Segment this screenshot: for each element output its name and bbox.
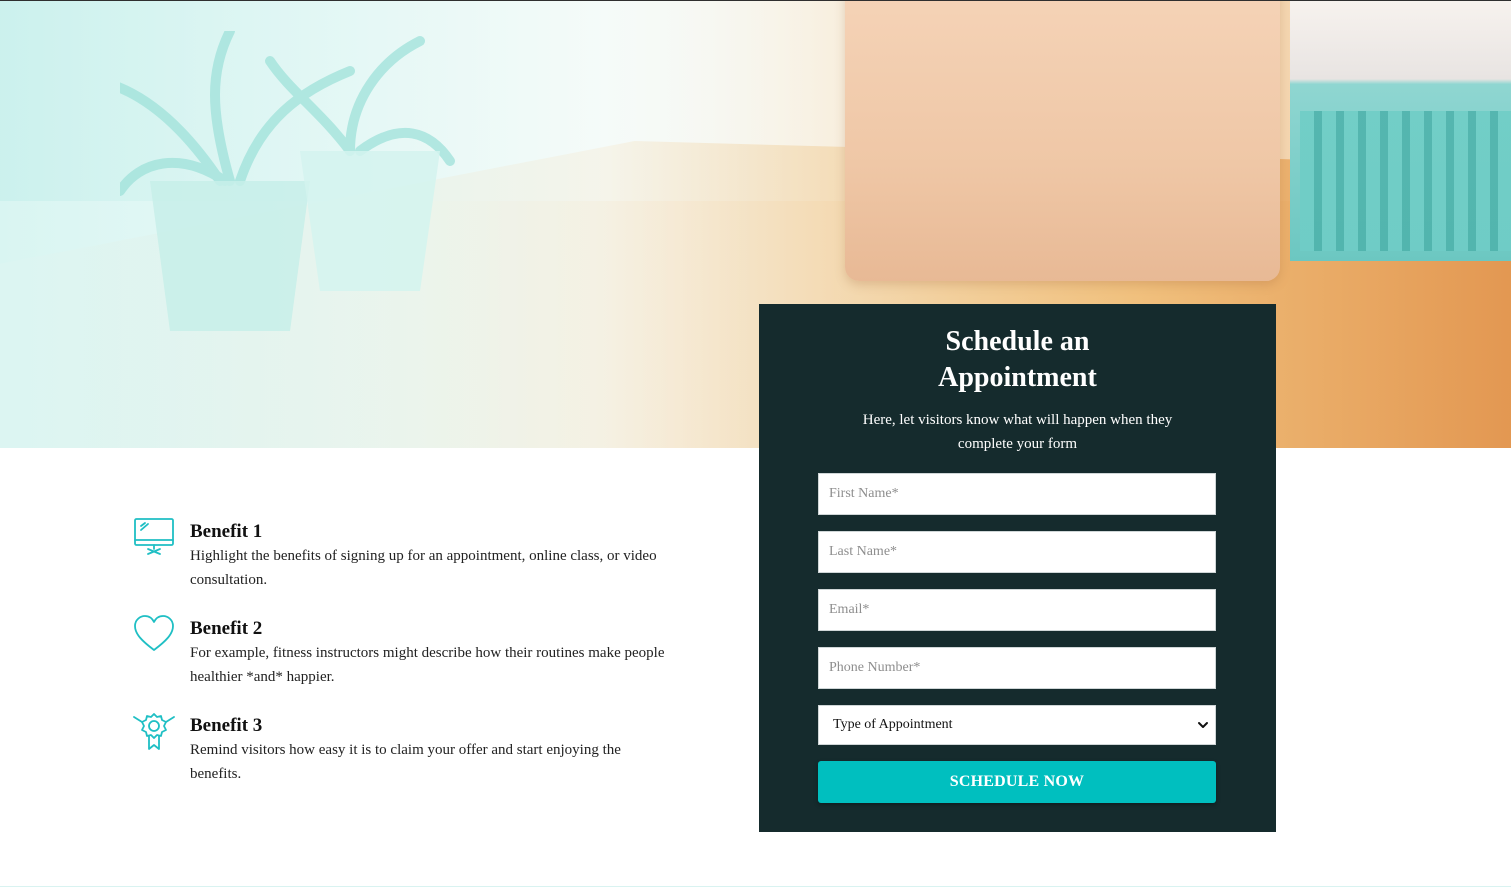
bottom-divider xyxy=(0,886,1511,887)
benefit-item: Benefit 2 For example, fitness instructo… xyxy=(132,612,712,689)
benefit-item: Benefit 1 Highlight the benefits of sign… xyxy=(132,515,712,592)
form-title: Schedule an Appointment xyxy=(938,326,1097,393)
benefit-description: Highlight the benefits of signing up for… xyxy=(190,544,712,592)
appointment-type-value: Type of Appointment xyxy=(833,717,953,732)
first-name-field[interactable] xyxy=(818,473,1216,515)
appointment-type-select[interactable]: Type of Appointment xyxy=(818,705,1216,745)
benefits-list: Benefit 1 Highlight the benefits of sign… xyxy=(132,515,712,806)
phone-number-field[interactable] xyxy=(818,647,1216,689)
chevron-down-icon xyxy=(1198,722,1208,728)
benefit-desc-line: healthier *and* happier. xyxy=(190,669,335,685)
schedule-now-button[interactable]: SCHEDULE NOW xyxy=(818,761,1216,803)
benefit-title: Benefit 1 xyxy=(190,521,263,542)
benefit-title: Benefit 2 xyxy=(190,618,263,639)
hero-plant xyxy=(120,31,455,331)
email-field[interactable] xyxy=(818,589,1216,631)
award-ribbon-icon xyxy=(132,711,176,751)
hero-radiator xyxy=(1300,111,1511,251)
benefit-desc-line: consultation. xyxy=(190,572,268,588)
benefit-desc-line: Remind visitors how easy it is to claim … xyxy=(190,742,621,758)
monitor-icon xyxy=(132,517,176,557)
benefit-description: Remind visitors how easy it is to claim … xyxy=(190,738,712,786)
benefit-desc-line: For example, fitness instructors might d… xyxy=(190,645,665,661)
heart-icon xyxy=(132,614,176,654)
appointment-form-panel: Schedule an Appointment Here, let visito… xyxy=(759,304,1276,832)
benefit-desc-line: benefits. xyxy=(190,766,242,782)
benefit-text: Benefit 1 Highlight the benefits of sign… xyxy=(190,515,712,592)
hero-image xyxy=(0,1,1511,448)
page: Benefit 1 Highlight the benefits of sign… xyxy=(0,0,1511,890)
benefit-description: For example, fitness instructors might d… xyxy=(190,641,712,689)
benefit-desc-line: Highlight the benefits of signing up for… xyxy=(190,548,657,564)
benefit-title: Benefit 3 xyxy=(190,715,263,736)
hero-laptop xyxy=(845,1,1280,281)
benefit-text: Benefit 2 For example, fitness instructo… xyxy=(190,612,712,689)
form-subtitle: Here, let visitors know what will happen… xyxy=(862,412,1173,452)
benefit-text: Benefit 3 Remind visitors how easy it is… xyxy=(190,709,712,786)
benefit-item: Benefit 3 Remind visitors how easy it is… xyxy=(132,709,712,786)
last-name-field[interactable] xyxy=(818,531,1216,573)
